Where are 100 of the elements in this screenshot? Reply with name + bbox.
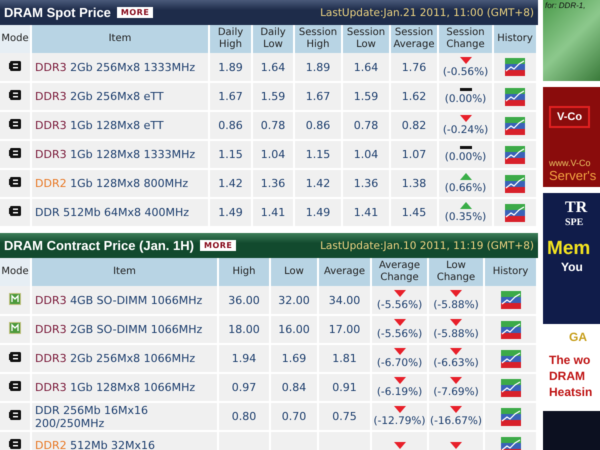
change-percent: (-0.24%) (442, 124, 488, 136)
memory-module-icon (9, 292, 21, 304)
down-arrow-icon (394, 290, 406, 296)
column-header: Mode (0, 25, 31, 53)
ad-banner[interactable]: V-Co www.V-Co Server's (543, 86, 600, 188)
down-arrow-icon (394, 377, 406, 384)
more-link[interactable]: MORE (200, 240, 236, 251)
chip-icon (8, 89, 22, 101)
change-percent: (-12.79%) (373, 415, 426, 427)
chart-icon[interactable] (505, 88, 525, 106)
dash-icon (460, 146, 472, 149)
column-header: Session Change (438, 25, 493, 53)
up-arrow-icon (460, 173, 472, 180)
section-title: DRAM Contract Price (Jan. 1H) (4, 238, 194, 253)
change-percent: (0.00%) (444, 93, 486, 105)
column-header: Low Change (428, 258, 484, 286)
ad-text: DRAM (548, 368, 585, 384)
ad-text: for: DDR-1, (544, 0, 586, 11)
change-percent: (0.66%) (444, 182, 486, 194)
change-percent: (-5.56%) (376, 298, 422, 310)
ad-text: Mem (547, 238, 592, 260)
down-arrow-icon (450, 377, 462, 384)
chip-icon (8, 176, 22, 188)
ad-text: GA (568, 330, 587, 344)
chart-icon[interactable] (500, 320, 520, 338)
ad-text: You (560, 260, 584, 274)
chart-icon[interactable] (500, 291, 520, 309)
ad-banner[interactable]: for: DDR-1, (543, 0, 600, 81)
down-arrow-icon (394, 319, 406, 326)
down-arrow-icon (460, 56, 472, 64)
down-arrow-icon (450, 319, 462, 326)
change-percent: (-16.67%) (430, 415, 482, 427)
chart-icon[interactable] (505, 204, 525, 222)
chip-icon (8, 351, 22, 363)
section-title: DRAM Spot Price (4, 5, 111, 20)
down-arrow-icon (450, 406, 462, 413)
ad-text: Heatsin (548, 384, 592, 400)
column-header: Mode (0, 258, 31, 286)
column-header: Daily Low (252, 25, 294, 53)
column-header: History (484, 258, 537, 286)
down-arrow-icon (394, 406, 406, 413)
ad-text: SPE (564, 217, 584, 228)
ad-text: Server's (549, 168, 598, 184)
column-header: Item (31, 258, 218, 286)
column-header: Daily High (209, 25, 252, 53)
column-header: Low (270, 258, 318, 286)
down-arrow-icon (450, 442, 462, 449)
chip-icon (8, 118, 22, 130)
chip-icon (8, 380, 22, 392)
price-cell: 1.49 (209, 198, 252, 227)
up-arrow-icon (460, 202, 472, 209)
column-header: Average (318, 258, 371, 286)
chip-icon (8, 147, 22, 159)
chip-icon (8, 438, 22, 450)
chart-icon[interactable] (505, 116, 525, 134)
chart-icon[interactable] (500, 350, 520, 368)
last-update-text: LastUpdate:Jan.21 2011, 11:00 (GMT+8) (320, 6, 534, 18)
change-percent: (-7.69%) (433, 386, 479, 398)
price-cell: 1.41 (342, 198, 390, 227)
last-update-text: LastUpdate:Jan.10 2011, 11:19 (GMT+8) (320, 240, 534, 252)
column-header: Item (31, 25, 209, 53)
column-header: Average Change (371, 258, 428, 286)
item-name[interactable]: DDR 512Mb 64Mx8 400MHz (31, 198, 209, 227)
memory-module-icon (9, 322, 21, 334)
ad-text: www.V-Co (549, 158, 592, 168)
change-percent: (-6.70%) (376, 357, 422, 369)
more-link[interactable]: MORE (116, 7, 154, 18)
ad-text: The wo (548, 352, 590, 368)
change-percent: (-5.88%) (433, 298, 479, 310)
change-percent: (-6.63%) (433, 357, 479, 369)
change-percent: (-6.19%) (376, 386, 422, 398)
column-header: Session Low (342, 25, 390, 53)
chart-icon[interactable] (505, 58, 525, 76)
chip-icon (8, 60, 22, 72)
change-percent: (-5.88%) (433, 328, 479, 340)
chart-icon[interactable] (505, 146, 525, 164)
change-percent: (-0.56%) (442, 66, 488, 78)
down-arrow-icon (394, 348, 406, 355)
price-cell: 1.41 (252, 198, 294, 227)
column-header: High (218, 258, 270, 286)
change-percent: (0.00%) (444, 151, 486, 163)
change-percent: (0.35%) (444, 211, 486, 223)
ad-text: V-Co (549, 106, 590, 128)
chip-icon (8, 205, 22, 217)
change-percent: (-5.56%) (376, 328, 422, 340)
column-header: Session Average (390, 25, 438, 53)
down-arrow-icon (450, 348, 462, 355)
ad-banner[interactable]: TR SPE Mem You (543, 193, 600, 324)
chip-icon (8, 409, 22, 421)
price-cell: 1.45 (390, 198, 438, 227)
chart-icon[interactable] (500, 408, 520, 426)
down-arrow-icon (450, 290, 462, 296)
price-cell: 1.49 (294, 198, 342, 227)
chart-icon[interactable] (500, 436, 520, 450)
ad-text: TR (564, 199, 588, 218)
column-header: History (493, 25, 537, 53)
chart-icon[interactable] (505, 174, 525, 192)
down-arrow-icon (394, 442, 406, 449)
dash-icon (460, 88, 472, 91)
chart-icon[interactable] (500, 378, 520, 396)
